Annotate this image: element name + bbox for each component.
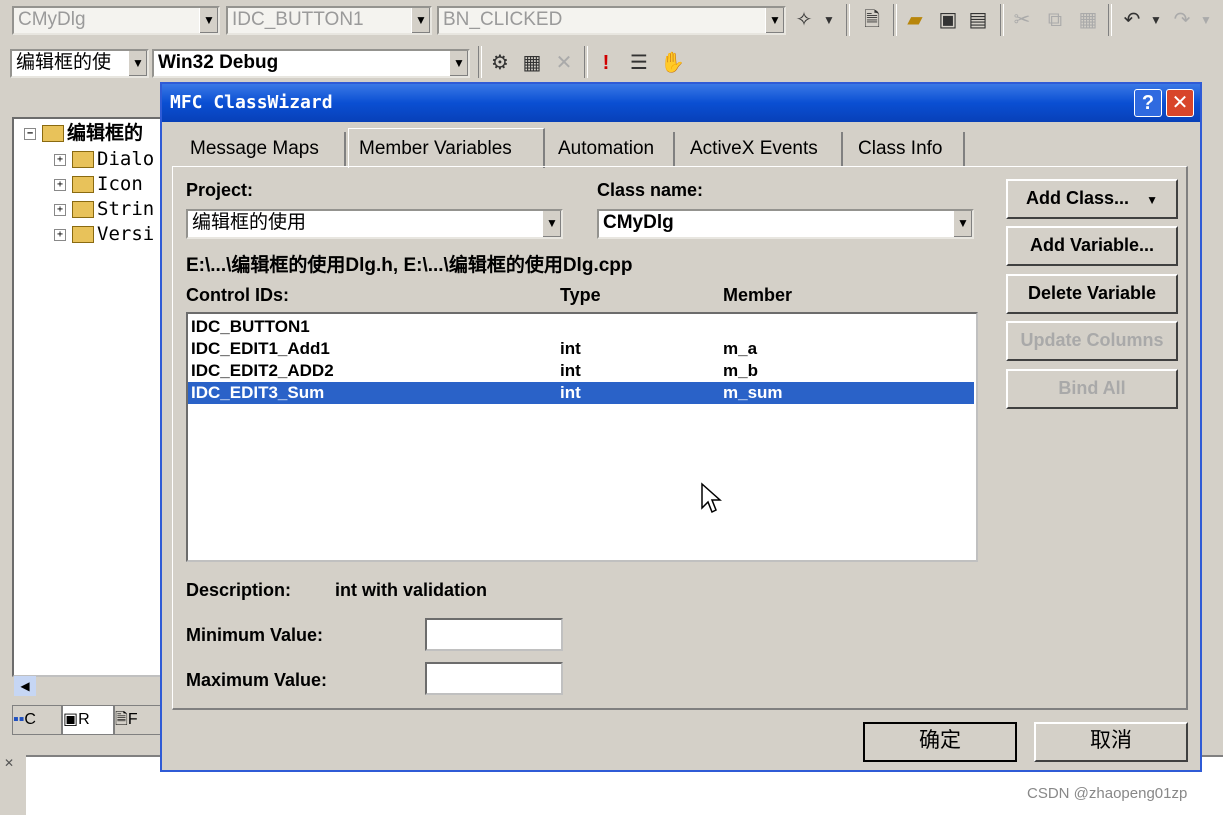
dropdown-arrow-icon[interactable]: ▼	[1144, 8, 1168, 32]
paste-icon[interactable]: ▦	[1076, 8, 1100, 32]
expand-icon[interactable]: +	[54, 153, 66, 166]
tree-item-dialog[interactable]: + Dialo	[54, 147, 154, 171]
open-folder-icon[interactable]: ▰	[903, 8, 927, 32]
class-combo[interactable]: CMyDlg ▼	[12, 6, 220, 35]
dropdown-arrow-icon[interactable]: ▼	[817, 8, 841, 32]
list-item[interactable]: IDC_BUTTON1	[188, 316, 974, 338]
project-combo[interactable]: 编辑框的使 ▼	[10, 49, 149, 78]
tab-fileview[interactable]: 🗎F	[114, 705, 162, 735]
classname-select[interactable]: CMyDlg ▼	[597, 209, 974, 239]
fileview-icon: 🗎	[115, 711, 128, 728]
col-type: Type	[560, 285, 601, 305]
cut-icon[interactable]: ✂	[1010, 8, 1034, 32]
scroll-left-icon[interactable]: ◀	[14, 676, 36, 696]
project-select[interactable]: 编辑框的使用 ▼	[186, 209, 563, 239]
chevron-down-icon[interactable]: ▼	[411, 8, 430, 33]
source-files-path: E:\...\编辑框的使用Dlg.h, E:\...\编辑框的使用Dlg.cpp	[186, 255, 633, 276]
tree-item-string[interactable]: + Strin	[54, 197, 154, 221]
add-variable-button[interactable]: Add Variable...	[1006, 226, 1178, 266]
chevron-down-icon[interactable]: ▼	[953, 211, 972, 237]
stop-build-icon[interactable]: ✕	[552, 51, 576, 75]
resourceview-icon: ▣	[63, 711, 79, 728]
list-item[interactable]: IDC_EDIT1_Add1 int m_a	[188, 338, 974, 360]
control-id-combo[interactable]: IDC_BUTTON1 ▼	[226, 6, 432, 35]
col-control-ids: Control IDs:	[186, 285, 289, 305]
classview-icon: ▪▪	[13, 711, 25, 728]
toolbar-separator	[478, 46, 482, 78]
folder-icon	[72, 176, 94, 193]
mouse-cursor-icon	[701, 482, 722, 514]
chevron-down-icon[interactable]: ▼	[765, 8, 784, 33]
folder-icon	[72, 226, 94, 243]
compile-icon[interactable]: ⚙	[488, 51, 512, 75]
ok-button[interactable]: 确定	[863, 722, 1017, 762]
wizard-wand-icon[interactable]: ✧	[792, 8, 816, 32]
list-item[interactable]: IDC_EDIT2_ADD2 int m_b	[188, 360, 974, 382]
folder-icon	[72, 151, 94, 168]
tree-item-icon[interactable]: + Icon	[54, 172, 143, 196]
toolbar-separator	[1108, 4, 1112, 36]
workspace-tree[interactable]: − 编辑框的 + Dialo + Icon + Strin + Versi	[12, 117, 172, 677]
dropdown-arrow-icon: ▼	[1146, 193, 1158, 207]
delete-variable-button[interactable]: Delete Variable	[1006, 274, 1178, 314]
project-label: Project:	[186, 180, 254, 200]
maximum-value-input[interactable]	[425, 662, 563, 695]
member-variables-list[interactable]: IDC_BUTTON1 IDC_EDIT1_Add1 int m_a IDC_E…	[186, 312, 978, 562]
tab-member-variables[interactable]: Member Variables	[348, 128, 545, 168]
output-close-icon[interactable]: ✕	[4, 756, 20, 772]
insert-breakpoint-icon[interactable]: ☰	[627, 51, 651, 75]
maximum-value-label: Maximum Value:	[186, 670, 328, 690]
tab-automation[interactable]: Automation	[548, 132, 675, 166]
minimum-value-label: Minimum Value:	[186, 625, 324, 645]
folder-icon	[72, 201, 94, 218]
toolbar-separator	[893, 4, 897, 36]
chevron-down-icon[interactable]: ▼	[128, 51, 147, 76]
execute-icon[interactable]: !	[594, 51, 618, 75]
bind-all-button[interactable]: Bind All	[1006, 369, 1178, 409]
list-item-selected[interactable]: IDC_EDIT3_Sum int m_sum	[188, 382, 974, 404]
help-button[interactable]: ?	[1134, 89, 1162, 117]
hand-icon[interactable]: ✋	[660, 51, 685, 75]
tab-message-maps[interactable]: Message Maps	[180, 132, 346, 166]
tab-resourceview[interactable]: ▣R	[62, 705, 114, 735]
description-label: Description:	[186, 580, 292, 600]
dropdown-arrow-icon[interactable]: ▼	[1194, 8, 1218, 32]
chevron-down-icon[interactable]: ▼	[199, 8, 218, 33]
tree-item-version[interactable]: + Versi	[54, 222, 154, 246]
new-text-file-icon[interactable]: 🗎	[860, 8, 884, 32]
tab-classview[interactable]: ▪▪C	[12, 705, 62, 735]
cancel-button[interactable]: 取消	[1034, 722, 1188, 762]
minimum-value-input[interactable]	[425, 618, 563, 651]
build-icon[interactable]: ▦	[520, 51, 544, 75]
dialog-title: MFC ClassWizard	[170, 92, 333, 113]
chevron-down-icon[interactable]: ▼	[542, 211, 561, 237]
col-member: Member	[723, 285, 793, 305]
add-class-button[interactable]: Add Class... ▼	[1006, 179, 1178, 219]
save-all-icon[interactable]: ▤	[966, 8, 990, 32]
expand-icon[interactable]: +	[54, 178, 66, 191]
collapse-icon[interactable]: −	[24, 127, 36, 140]
watermark: CSDN @zhaopeng01zp	[1027, 785, 1188, 802]
update-columns-button[interactable]: Update Columns	[1006, 321, 1178, 361]
redo-icon[interactable]: ↷	[1170, 8, 1194, 32]
close-button[interactable]: ✕	[1166, 89, 1194, 117]
toolbar-separator	[846, 4, 850, 36]
description-value: int with validation	[335, 580, 487, 600]
toolbar-separator	[1000, 4, 1004, 36]
tab-activex-events[interactable]: ActiveX Events	[680, 132, 843, 166]
expand-icon[interactable]: +	[54, 203, 66, 216]
expand-icon[interactable]: +	[54, 228, 66, 241]
config-combo[interactable]: Win32 Debug ▼	[152, 49, 470, 78]
message-combo[interactable]: BN_CLICKED ▼	[437, 6, 786, 35]
classname-label: Class name:	[597, 180, 704, 200]
dialog-titlebar[interactable]: MFC ClassWizard ? ✕	[162, 84, 1200, 122]
tree-root[interactable]: − 编辑框的	[24, 121, 143, 145]
undo-icon[interactable]: ↶	[1120, 8, 1144, 32]
chevron-down-icon[interactable]: ▼	[449, 51, 468, 76]
folder-icon	[42, 125, 64, 142]
copy-icon[interactable]: ⧉	[1043, 8, 1067, 32]
toolbar-separator	[584, 46, 588, 78]
tab-class-info[interactable]: Class Info	[848, 132, 965, 166]
save-icon[interactable]: ▣	[936, 8, 960, 32]
